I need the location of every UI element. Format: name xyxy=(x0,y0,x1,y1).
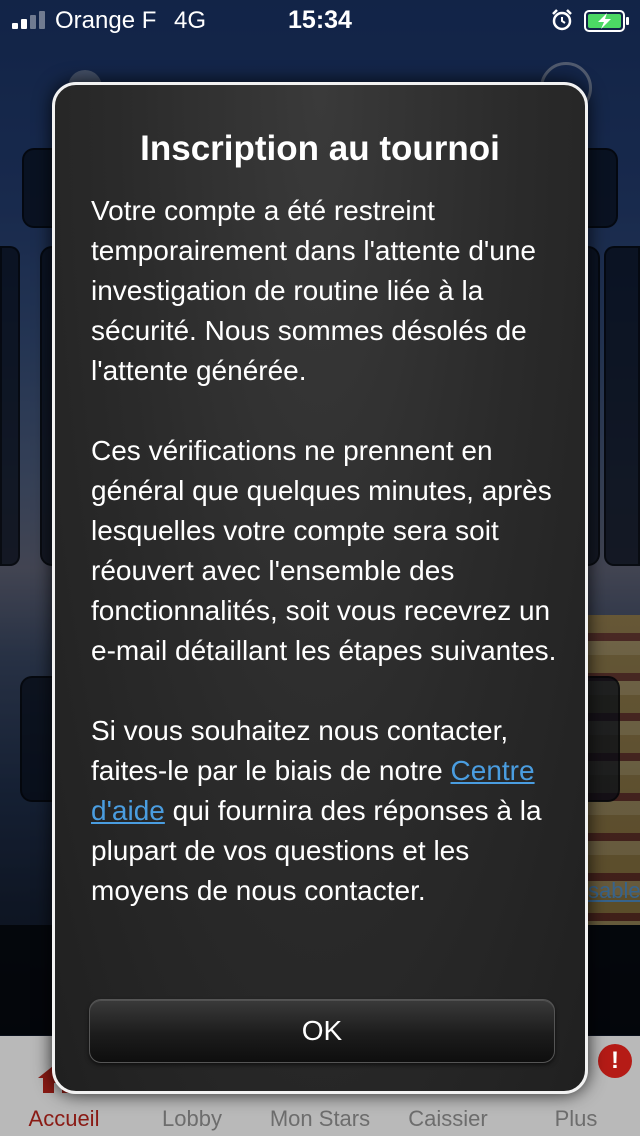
dialog-message[interactable]: Votre compte a été restreint temporairem… xyxy=(91,191,561,973)
alarm-icon xyxy=(552,9,572,31)
tab-label: Plus xyxy=(554,1106,598,1131)
tab-label: Lobby xyxy=(162,1106,222,1131)
dialog-paragraph: Votre compte a été restreint temporairem… xyxy=(91,195,536,386)
dialog-paragraph: Si vous souhaitez nous contacter, faites… xyxy=(91,711,561,911)
ok-button[interactable]: OK xyxy=(89,999,555,1063)
tab-label: Caissier xyxy=(408,1106,488,1131)
tab-label: Mon Stars xyxy=(269,1106,371,1131)
dialog-title: Inscription au tournoi xyxy=(140,129,500,168)
status-time: 15:34 xyxy=(288,6,352,34)
paragraph-text: Si vous souhaitez nous contacter, faites… xyxy=(91,715,509,786)
tournament-registration-dialog: Inscription au tournoi Votre compte a ét… xyxy=(52,82,588,1094)
battery-charging-icon xyxy=(584,10,629,32)
dialog-paragraph: Ces vérifications ne prennent en général… xyxy=(91,435,557,666)
status-bar: Orange F 4G 15:34 xyxy=(0,0,640,40)
notification-badge: ! xyxy=(598,1044,632,1078)
tab-label: Accueil xyxy=(28,1106,100,1131)
